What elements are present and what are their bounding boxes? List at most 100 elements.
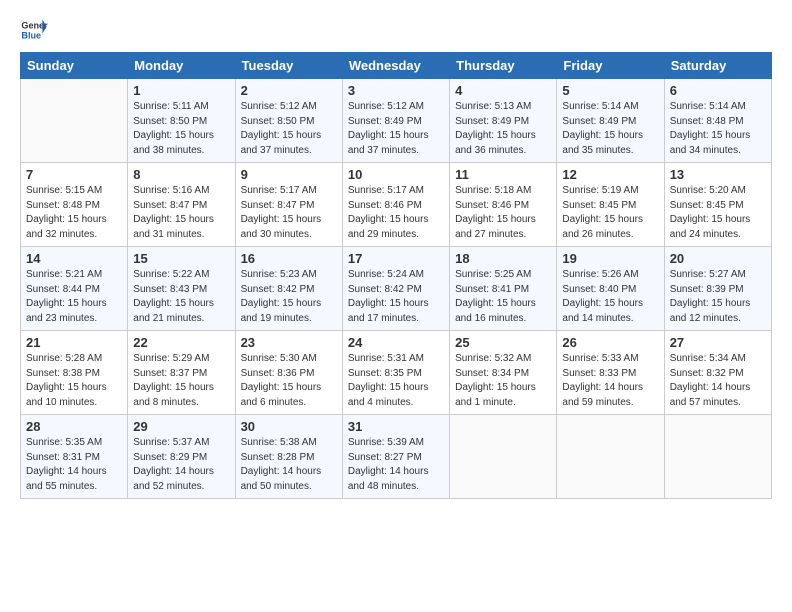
calendar-cell: 20 Sunrise: 5:27 AM Sunset: 8:39 PM Dayli… <box>664 247 771 331</box>
day-info: Sunrise: 5:21 AM Sunset: 8:44 PM Dayligh… <box>26 268 122 326</box>
day-info: Sunrise: 5:13 AM Sunset: 8:49 PM Dayligh… <box>455 100 551 158</box>
calendar-cell <box>664 415 771 499</box>
day-number: 25 <box>455 335 551 350</box>
day-number: 15 <box>133 251 229 266</box>
calendar-cell: 17 Sunrise: 5:24 AM Sunset: 8:42 PM Dayli… <box>342 247 449 331</box>
day-number: 17 <box>348 251 444 266</box>
calendar-cell: 19 Sunrise: 5:26 AM Sunset: 8:40 PM Dayli… <box>557 247 664 331</box>
weekday-header: Monday <box>128 53 235 79</box>
day-number: 2 <box>241 83 337 98</box>
day-number: 9 <box>241 167 337 182</box>
calendar-cell: 23 Sunrise: 5:30 AM Sunset: 8:36 PM Dayli… <box>235 331 342 415</box>
calendar-cell: 1 Sunrise: 5:11 AM Sunset: 8:50 PM Daylig… <box>128 79 235 163</box>
day-info: Sunrise: 5:38 AM Sunset: 8:28 PM Dayligh… <box>241 436 337 494</box>
calendar-cell: 28 Sunrise: 5:35 AM Sunset: 8:31 PM Dayli… <box>21 415 128 499</box>
logo-icon: General Blue <box>20 16 48 44</box>
calendar-cell: 18 Sunrise: 5:25 AM Sunset: 8:41 PM Dayli… <box>450 247 557 331</box>
day-number: 14 <box>26 251 122 266</box>
day-number: 21 <box>26 335 122 350</box>
day-info: Sunrise: 5:29 AM Sunset: 8:37 PM Dayligh… <box>133 352 229 410</box>
day-info: Sunrise: 5:22 AM Sunset: 8:43 PM Dayligh… <box>133 268 229 326</box>
day-info: Sunrise: 5:15 AM Sunset: 8:48 PM Dayligh… <box>26 184 122 242</box>
day-info: Sunrise: 5:34 AM Sunset: 8:32 PM Dayligh… <box>670 352 766 410</box>
day-number: 10 <box>348 167 444 182</box>
day-info: Sunrise: 5:35 AM Sunset: 8:31 PM Dayligh… <box>26 436 122 494</box>
day-info: Sunrise: 5:26 AM Sunset: 8:40 PM Dayligh… <box>562 268 658 326</box>
day-number: 29 <box>133 419 229 434</box>
weekday-header: Friday <box>557 53 664 79</box>
day-info: Sunrise: 5:39 AM Sunset: 8:27 PM Dayligh… <box>348 436 444 494</box>
day-info: Sunrise: 5:25 AM Sunset: 8:41 PM Dayligh… <box>455 268 551 326</box>
calendar-week-row: 7 Sunrise: 5:15 AM Sunset: 8:48 PM Daylig… <box>21 163 772 247</box>
day-info: Sunrise: 5:12 AM Sunset: 8:49 PM Dayligh… <box>348 100 444 158</box>
calendar-cell: 8Sunrise: 5:16 AM Sunset: 8:47 PM Daylig… <box>128 163 235 247</box>
day-number: 5 <box>562 83 658 98</box>
day-number: 28 <box>26 419 122 434</box>
calendar-cell: 22 Sunrise: 5:29 AM Sunset: 8:37 PM Dayli… <box>128 331 235 415</box>
day-number: 20 <box>670 251 766 266</box>
calendar-cell: 31 Sunrise: 5:39 AM Sunset: 8:27 PM Dayli… <box>342 415 449 499</box>
day-number: 19 <box>562 251 658 266</box>
calendar-cell: 26Sunrise: 5:33 AM Sunset: 8:33 PM Dayli… <box>557 331 664 415</box>
calendar-cell: 29 Sunrise: 5:37 AM Sunset: 8:29 PM Dayli… <box>128 415 235 499</box>
day-number: 1 <box>133 83 229 98</box>
weekday-header: Tuesday <box>235 53 342 79</box>
calendar-cell <box>450 415 557 499</box>
day-number: 6 <box>670 83 766 98</box>
calendar-cell: 21Sunrise: 5:28 AM Sunset: 8:38 PM Dayli… <box>21 331 128 415</box>
calendar-week-row: 14 Sunrise: 5:21 AM Sunset: 8:44 PM Dayli… <box>21 247 772 331</box>
calendar-cell <box>21 79 128 163</box>
day-info: Sunrise: 5:14 AM Sunset: 8:48 PM Dayligh… <box>670 100 766 158</box>
calendar-cell: 15 Sunrise: 5:22 AM Sunset: 8:43 PM Dayli… <box>128 247 235 331</box>
day-info: Sunrise: 5:11 AM Sunset: 8:50 PM Dayligh… <box>133 100 229 158</box>
calendar-cell: 4Sunrise: 5:13 AM Sunset: 8:49 PM Daylig… <box>450 79 557 163</box>
day-number: 26 <box>562 335 658 350</box>
calendar-cell: 14 Sunrise: 5:21 AM Sunset: 8:44 PM Dayli… <box>21 247 128 331</box>
logo: General Blue <box>20 16 48 44</box>
calendar-cell: 7 Sunrise: 5:15 AM Sunset: 8:48 PM Daylig… <box>21 163 128 247</box>
day-number: 30 <box>241 419 337 434</box>
calendar-cell: 27 Sunrise: 5:34 AM Sunset: 8:32 PM Dayli… <box>664 331 771 415</box>
day-info: Sunrise: 5:27 AM Sunset: 8:39 PM Dayligh… <box>670 268 766 326</box>
day-info: Sunrise: 5:14 AM Sunset: 8:49 PM Dayligh… <box>562 100 658 158</box>
day-number: 16 <box>241 251 337 266</box>
calendar-table: SundayMondayTuesdayWednesdayThursdayFrid… <box>20 52 772 499</box>
day-info: Sunrise: 5:24 AM Sunset: 8:42 PM Dayligh… <box>348 268 444 326</box>
calendar-cell: 11Sunrise: 5:18 AM Sunset: 8:46 PM Dayli… <box>450 163 557 247</box>
weekday-header: Saturday <box>664 53 771 79</box>
day-info: Sunrise: 5:31 AM Sunset: 8:35 PM Dayligh… <box>348 352 444 410</box>
day-number: 7 <box>26 167 122 182</box>
calendar-cell: 6 Sunrise: 5:14 AM Sunset: 8:48 PM Daylig… <box>664 79 771 163</box>
calendar-cell: 3 Sunrise: 5:12 AM Sunset: 8:49 PM Daylig… <box>342 79 449 163</box>
page-header: General Blue <box>20 16 772 44</box>
calendar-cell: 25Sunrise: 5:32 AM Sunset: 8:34 PM Dayli… <box>450 331 557 415</box>
calendar-header-row: SundayMondayTuesdayWednesdayThursdayFrid… <box>21 53 772 79</box>
day-info: Sunrise: 5:12 AM Sunset: 8:50 PM Dayligh… <box>241 100 337 158</box>
day-info: Sunrise: 5:19 AM Sunset: 8:45 PM Dayligh… <box>562 184 658 242</box>
day-number: 11 <box>455 167 551 182</box>
day-info: Sunrise: 5:23 AM Sunset: 8:42 PM Dayligh… <box>241 268 337 326</box>
day-info: Sunrise: 5:17 AM Sunset: 8:47 PM Dayligh… <box>241 184 337 242</box>
day-number: 24 <box>348 335 444 350</box>
calendar-cell <box>557 415 664 499</box>
day-number: 12 <box>562 167 658 182</box>
day-number: 23 <box>241 335 337 350</box>
day-number: 27 <box>670 335 766 350</box>
day-info: Sunrise: 5:37 AM Sunset: 8:29 PM Dayligh… <box>133 436 229 494</box>
calendar-week-row: 21Sunrise: 5:28 AM Sunset: 8:38 PM Dayli… <box>21 331 772 415</box>
weekday-header: Sunday <box>21 53 128 79</box>
calendar-cell: 9 Sunrise: 5:17 AM Sunset: 8:47 PM Daylig… <box>235 163 342 247</box>
day-info: Sunrise: 5:16 AM Sunset: 8:47 PM Dayligh… <box>133 184 229 242</box>
day-number: 18 <box>455 251 551 266</box>
weekday-header: Thursday <box>450 53 557 79</box>
day-info: Sunrise: 5:30 AM Sunset: 8:36 PM Dayligh… <box>241 352 337 410</box>
calendar-cell: 10 Sunrise: 5:17 AM Sunset: 8:46 PM Dayli… <box>342 163 449 247</box>
day-number: 31 <box>348 419 444 434</box>
day-number: 22 <box>133 335 229 350</box>
day-number: 3 <box>348 83 444 98</box>
calendar-cell: 13Sunrise: 5:20 AM Sunset: 8:45 PM Dayli… <box>664 163 771 247</box>
calendar-cell: 12 Sunrise: 5:19 AM Sunset: 8:45 PM Dayli… <box>557 163 664 247</box>
day-info: Sunrise: 5:17 AM Sunset: 8:46 PM Dayligh… <box>348 184 444 242</box>
calendar-cell: 2 Sunrise: 5:12 AM Sunset: 8:50 PM Daylig… <box>235 79 342 163</box>
calendar-week-row: 28 Sunrise: 5:35 AM Sunset: 8:31 PM Dayli… <box>21 415 772 499</box>
